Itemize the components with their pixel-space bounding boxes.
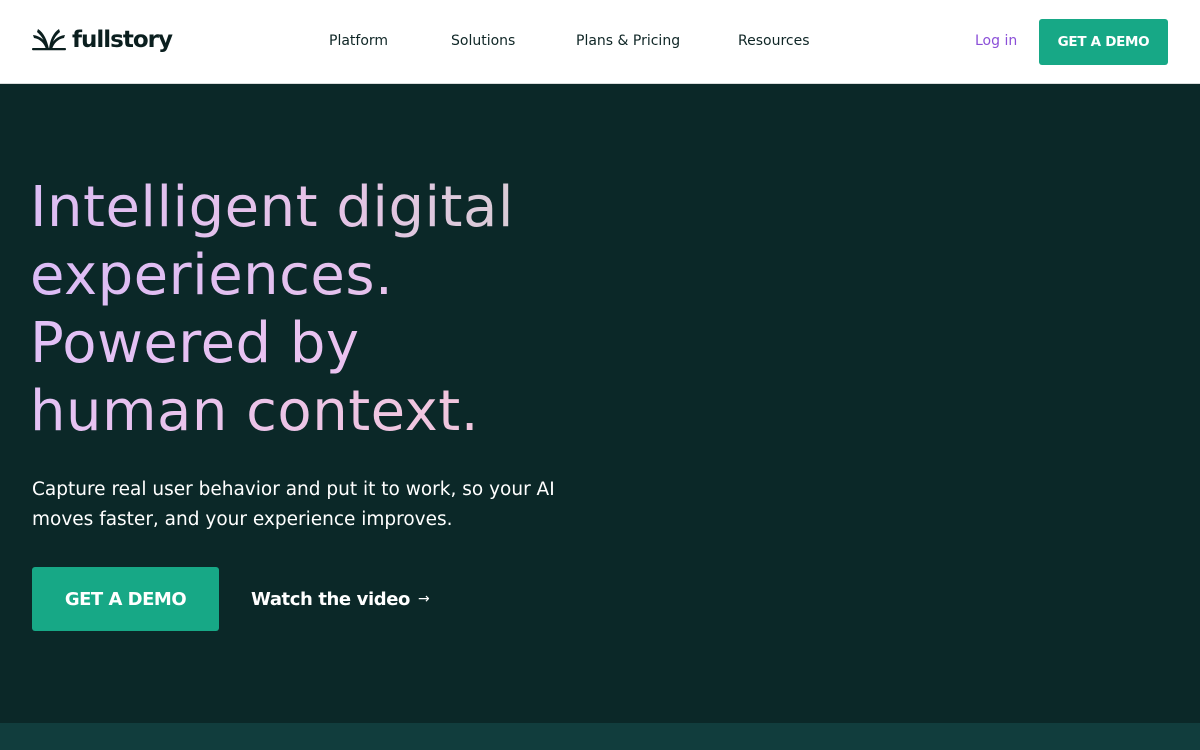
nav-item-solutions[interactable]: Solutions (451, 30, 515, 52)
headline-line: experiences. (30, 242, 670, 310)
logo-wordmark: fullstory (72, 27, 173, 53)
fullstory-logo-icon (32, 29, 66, 51)
nav-item-platform[interactable]: Platform (329, 30, 388, 52)
nav-item-resources[interactable]: Resources (738, 30, 810, 52)
header-get-demo-button[interactable]: GET A DEMO (1039, 19, 1168, 65)
hero-subheadline: Capture real user behavior and put it to… (32, 479, 555, 530)
login-link[interactable]: Log in (975, 30, 1017, 52)
watch-video-label: Watch the video (251, 588, 410, 610)
hero-section: Intelligent digital experiences. Powered… (0, 85, 1200, 723)
watch-video-link[interactable]: Watch the video → (251, 585, 430, 613)
headline-line: Intelligent digital (30, 174, 670, 242)
headline-line: human context. (30, 378, 670, 446)
next-section-band (0, 723, 1200, 750)
site-header: fullstory Platform Solutions Plans & Pri… (0, 0, 1200, 84)
hero-get-demo-button[interactable]: GET A DEMO (32, 567, 219, 631)
fullstory-logo[interactable]: fullstory (32, 26, 173, 54)
headline-line: Powered by (30, 310, 670, 378)
hero-headline: Intelligent digital experiences. Powered… (30, 174, 670, 446)
nav-item-plans-pricing[interactable]: Plans & Pricing (576, 30, 680, 52)
arrow-right-icon: → (417, 591, 430, 607)
